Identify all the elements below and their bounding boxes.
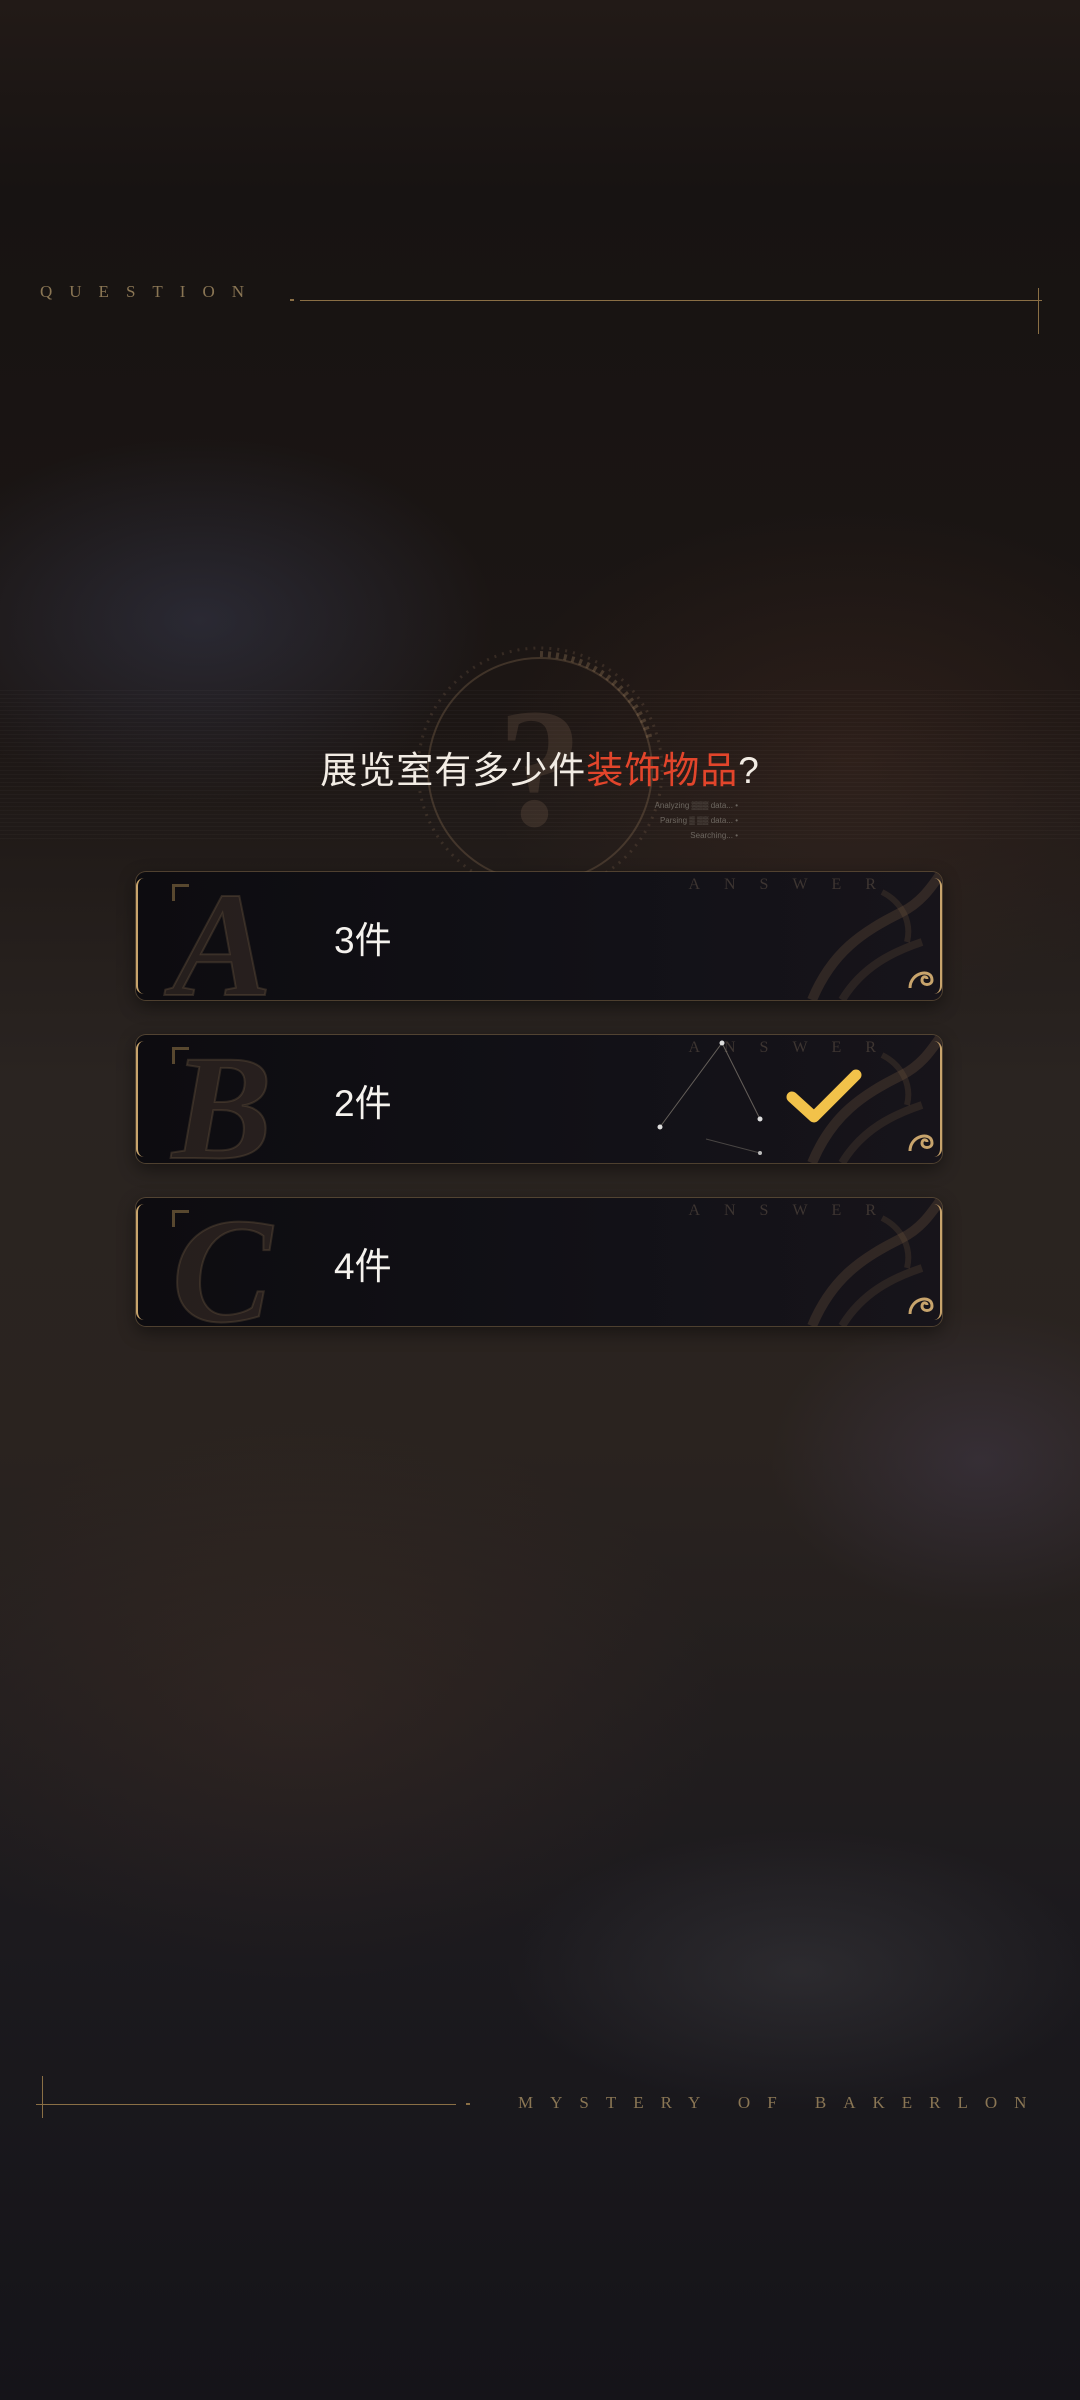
card-gold-edge-left [136,878,144,994]
option-label: 2件 [334,1083,392,1124]
question-text-suffix: ? [738,750,760,791]
header-divider-dot [290,299,294,301]
answer-option-c[interactable]: C ANSWER 4件 [136,1198,942,1326]
footer-divider-dot [466,2103,470,2105]
constellation-decoration [657,1040,763,1155]
question-text: 展览室有多少件装饰物品? [0,740,1080,794]
option-letter: B [171,1035,273,1163]
scan-status-line: Analyzing ▒▒▒ data... • [654,801,738,810]
option-letter: A [171,872,273,1000]
footer-divider-line [36,2104,456,2105]
footer-corner-tick [42,2076,43,2118]
option-letter: C [171,1198,273,1326]
check-icon [786,1069,862,1123]
header-corner-tick [1038,288,1039,334]
scan-status: Analyzing ▒▒▒ data... • Parsing ▒ ▒▒ dat… [560,798,738,843]
footer-title: MYSTERY OF BAKERLON [518,2093,1044,2112]
answer-option-b[interactable]: B ANSWER 2件 [136,1035,942,1163]
option-label: 3件 [334,920,392,961]
card-gold-edge-left [136,1204,144,1320]
option-label: 4件 [334,1246,392,1287]
corner-swirl-icon [908,971,934,989]
corner-swirl-icon [908,1134,934,1152]
corner-swirl-icon [908,1297,934,1315]
question-text-highlight: 装饰物品 [586,750,739,791]
question-section-label: QUESTION [40,282,261,301]
answer-option-a[interactable]: A ANSWER 3件 [136,872,942,1000]
scan-status-line: Searching... • [690,831,738,840]
card-gold-edge-left [136,1041,144,1157]
question-text-main: 展览室有多少件 [320,750,587,791]
header-divider-line [300,300,1042,301]
scan-status-line: Parsing ▒ ▒▒ data... • [659,816,738,825]
